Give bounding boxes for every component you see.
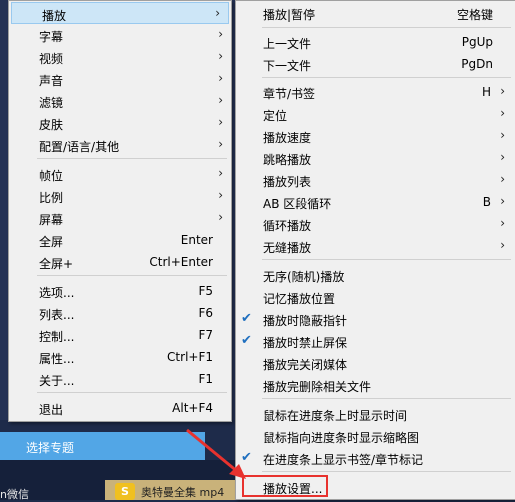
red-arrow-icon xyxy=(186,428,246,479)
